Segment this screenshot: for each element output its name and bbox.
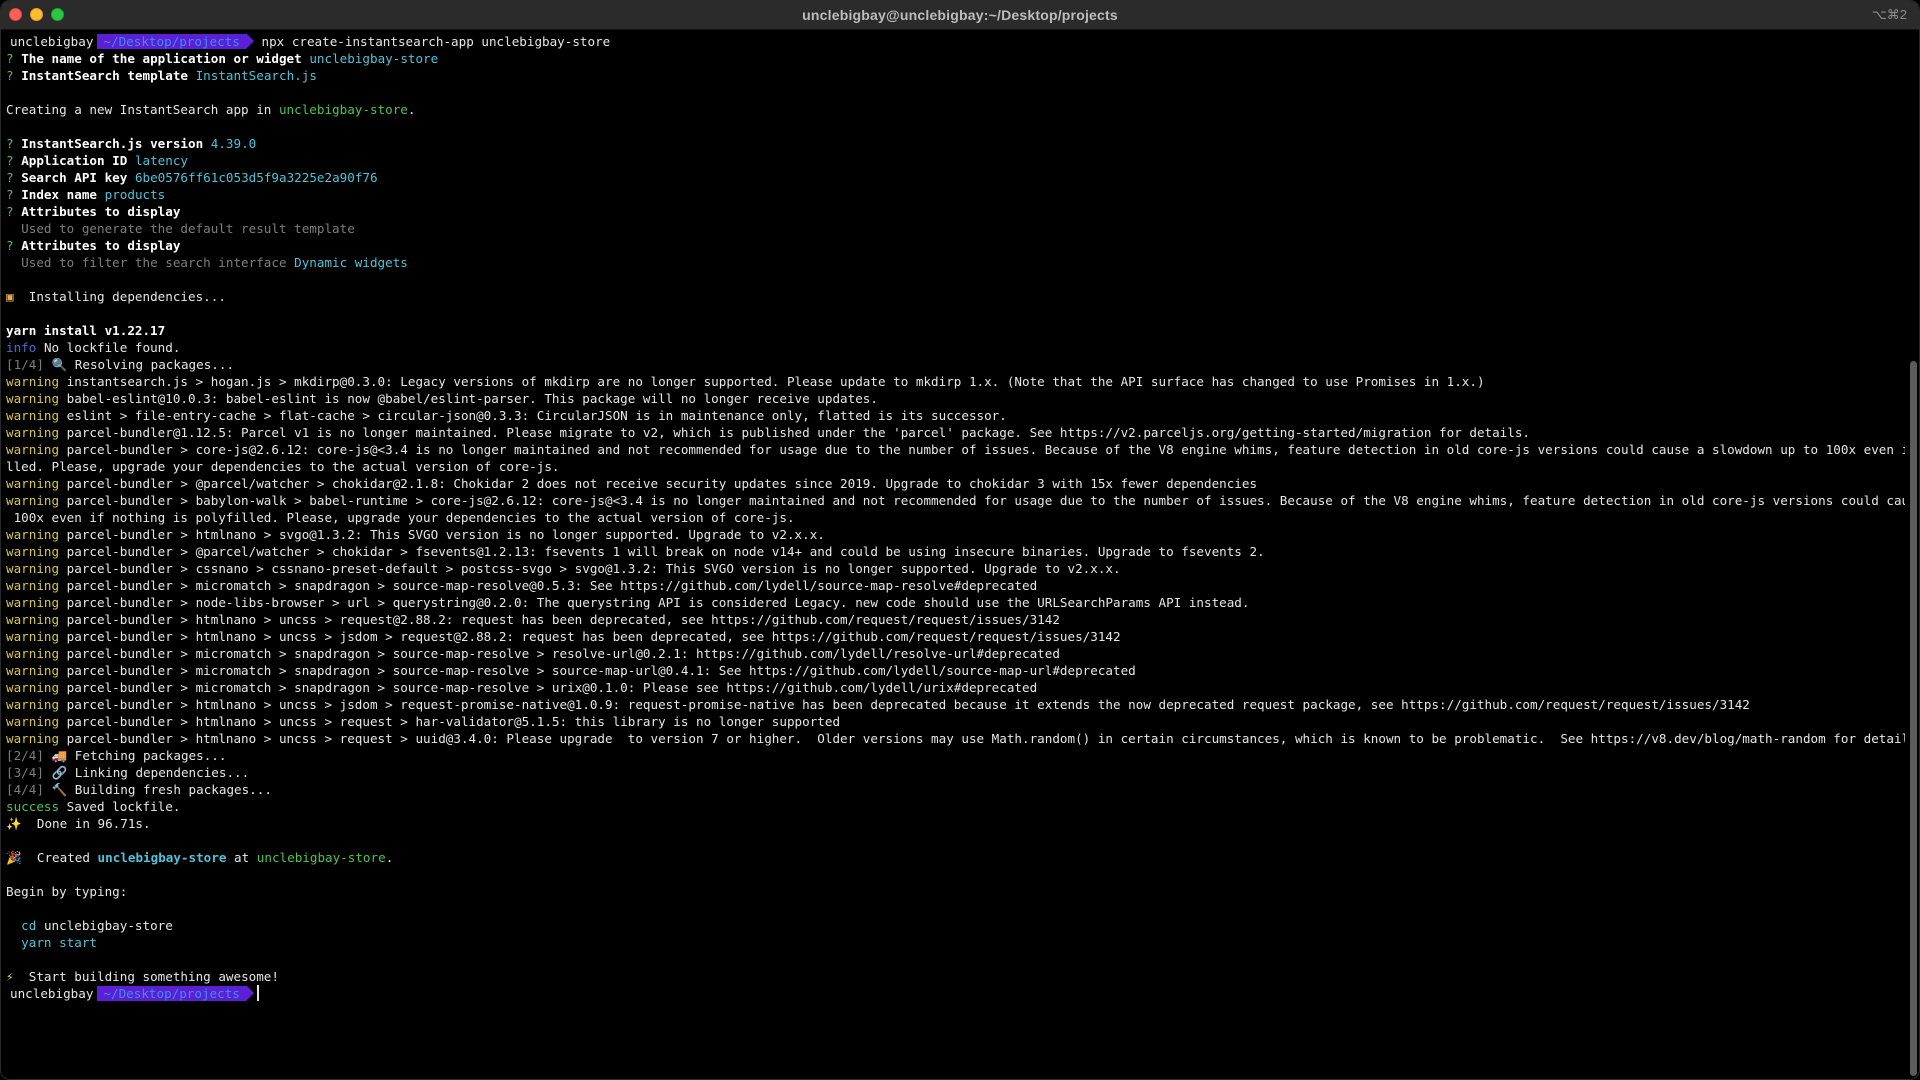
cd-command: cd unclebigbay-store [21,918,173,933]
warning-line: warning parcel-bundler > core-js@2.6.12:… [6,442,1905,457]
begin-line: Begin by typing: [6,884,128,899]
warning-line: warning parcel-bundler > node-libs-brows… [6,595,1250,610]
vertical-scrollbar[interactable] [1910,361,1917,1076]
created-line: 🎉 Created unclebigbay-store at unclebigb… [6,850,394,865]
creating-line: Creating a new InstantSearch app in uncl… [6,102,416,117]
warning-line: warning parcel-bundler > htmlnano > uncs… [6,731,1905,746]
title-bar: unclebigbay@unclebigbay:~/Desktop/projec… [1,1,1919,30]
question-line: ? InstantSearch.js version 4.39.0 [6,136,257,151]
warning-line: warning parcel-bundler > cssnano > cssna… [6,561,1121,576]
minimize-button[interactable] [30,8,43,21]
window-controls [9,8,64,21]
magnifier-icon: 🔍 [51,357,68,372]
link-icon: 🔗 [51,765,68,780]
step-line: [4/4] 🔨 Building fresh packages... [6,782,272,797]
wrapped-line: 100x even if nothing is polyfilled. Plea… [6,510,795,525]
warning-line: warning parcel-bundler@1.12.5: Parcel v1… [6,425,1531,440]
question-line: ? Index name products [6,187,166,202]
awesome-line: ⚡ Start building something awesome! [6,969,279,984]
info-line: info No lockfile found. [6,340,181,355]
hammer-icon: 🔨 [51,782,68,797]
warning-line: warning parcel-bundler > micromatch > sn… [6,646,1060,661]
prompt-path: ~/Desktop/projects [97,986,246,1001]
prompt-line[interactable]: unclebigbay ~/Desktop/projects [6,985,1900,1002]
warning-line: warning parcel-bundler > micromatch > sn… [6,680,1038,695]
warning-line: warning babel-eslint@10.0.3: babel-eslin… [6,391,878,406]
yarn-header: yarn install v1.22.17 [6,323,166,338]
warning-line: warning parcel-bundler > micromatch > sn… [6,578,1038,593]
close-button[interactable] [9,8,22,21]
maximize-button[interactable] [51,8,64,21]
lightning-icon: ⚡ [6,969,14,984]
step-line: [3/4] 🔗 Linking dependencies... [6,765,250,780]
question-line: ? Application ID latency [6,153,189,168]
hint-line: Used to filter the search interface Dyna… [21,255,408,270]
package-icon: ▣ [6,289,14,304]
terminal-output[interactable]: unclebigbay ~/Desktop/projects npx create… [1,29,1905,1079]
warning-line: warning eslint > file-entry-cache > flat… [6,408,1007,423]
prompt-arrow-icon [245,33,254,49]
text-cursor[interactable] [256,985,259,1001]
prompt-user: unclebigbay [10,34,94,49]
prompt-path: ~/Desktop/projects [97,34,246,49]
warning-line: warning parcel-bundler > micromatch > sn… [6,663,1136,678]
party-icon: 🎉 [6,850,22,865]
window-shortcut: ⌥⌘2 [1871,7,1907,22]
prompt-user: unclebigbay [10,986,94,1001]
done-line: ✨ Done in 96.71s. [6,816,151,831]
warning-line: warning parcel-bundler > babylon-walk > … [6,493,1905,508]
warning-line: warning parcel-bundler > htmlnano > uncs… [6,714,841,729]
warning-line: warning parcel-bundler > htmlnano > uncs… [6,697,1750,712]
question-line: ? The name of the application or widget … [6,51,439,66]
hint-line: Used to generate the default result temp… [21,221,355,236]
question-line: ? InstantSearch template InstantSearch.j… [6,68,317,83]
truck-icon: 🚚 [51,748,68,763]
step-line: [2/4] 🚚 Fetching packages... [6,748,227,763]
success-line: success Saved lockfile. [6,799,181,814]
sparkles-icon: ✨ [6,816,22,831]
warning-line: warning parcel-bundler > @parcel/watcher… [6,476,1258,491]
warning-line: warning parcel-bundler > htmlnano > uncs… [6,629,1121,644]
warning-line: warning parcel-bundler > htmlnano > svgo… [6,527,825,542]
prompt-arrow-icon [245,985,254,1001]
terminal-window[interactable]: unclebigbay@unclebigbay:~/Desktop/projec… [0,0,1920,1080]
warning-line: warning parcel-bundler > htmlnano > uncs… [6,612,1060,627]
question-line: ? Attributes to display [6,204,181,219]
warning-line: warning parcel-bundler > @parcel/watcher… [6,544,1265,559]
question-line: ? Search API key 6be0576ff61c053d5f9a322… [6,170,378,185]
window-title: unclebigbay@unclebigbay:~/Desktop/projec… [802,7,1118,23]
question-line: ? Attributes to display [6,238,181,253]
command-text: npx create-instantsearch-app unclebigbay… [261,34,611,49]
prompt-line: unclebigbay ~/Desktop/projects npx create… [6,33,1900,50]
step-line: [1/4] 🔍 Resolving packages... [6,357,235,372]
wrapped-line: lled. Please, upgrade your dependencies … [6,459,560,474]
start-command: yarn start [21,935,97,950]
warning-line: warning instantsearch.js > hogan.js > mk… [6,374,1485,389]
installing-line: ▣ Installing dependencies... [6,289,226,304]
